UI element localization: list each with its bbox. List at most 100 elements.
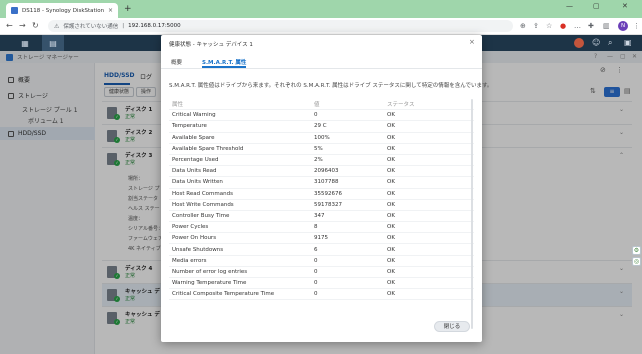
back-icon[interactable]: ← [6, 21, 13, 31]
security-warning: 保護されていない通信 [63, 24, 119, 30]
attribute-status: OK [387, 123, 395, 130]
reload-icon[interactable]: ↻ [32, 21, 39, 31]
table-row[interactable]: Data Units Written 3107788 OK [169, 177, 474, 189]
table-row[interactable]: Media errors 0 OK [169, 256, 474, 267]
health-info-dialog: 健康状態 - キャッシュ デバイス 1 × 概要 S.M.A.R.T. 属性 S… [161, 35, 492, 342]
tab-overview[interactable]: 概要 [171, 58, 182, 66]
table-row[interactable]: Number of error log entries 0 OK [169, 267, 474, 278]
minimize-button[interactable]: — [566, 2, 573, 10]
table-row[interactable]: Temperature 29 C OK [169, 121, 474, 133]
attribute-value: 59178327 [314, 201, 342, 208]
widget-toggle-icon[interactable]: ⚙ [632, 246, 641, 255]
attribute-status: OK [387, 112, 395, 119]
address-bar[interactable]: ⚠ 保護されていない通信 | 192.168.0.17:5000 [48, 20, 513, 32]
attribute-value: 0 [314, 268, 318, 275]
browser-menu-icon[interactable]: ⋮ [633, 22, 640, 30]
attribute-status: OK [387, 268, 395, 275]
smart-description: S.M.A.R.T. 属性値はドライブから来ます。それぞれの S.M.A.R.T… [169, 83, 493, 89]
table-row[interactable]: Host Read Commands 35592676 OK [169, 189, 474, 200]
attribute-value: 3107788 [314, 179, 339, 186]
attribute-name: Number of error log entries [172, 268, 248, 275]
extension-record-icon[interactable]: ● [560, 22, 566, 30]
attribute-name: Power On Hours [172, 235, 217, 242]
tab-divider [161, 68, 482, 69]
table-row[interactable]: Available Spare Threshold 5% OK [169, 144, 474, 155]
table-row[interactable]: Data Units Read 2096403 OK [169, 166, 474, 178]
attribute-status: OK [387, 246, 395, 253]
table-row[interactable]: Critical Composite Temperature Time 0 OK [169, 289, 474, 301]
table-row[interactable]: Host Write Commands 59178327 OK [169, 200, 474, 211]
attribute-name: Media errors [172, 257, 207, 264]
user-icon[interactable]: ☺ [592, 38, 600, 48]
notification-icon[interactable] [574, 38, 584, 48]
attribute-value: 29 C [314, 123, 327, 130]
widget-expand-icon[interactable]: ◎ [632, 257, 641, 266]
attribute-status: OK [387, 291, 395, 298]
attribute-value: 6 [314, 246, 318, 253]
attribute-status: OK [387, 201, 395, 208]
close-button[interactable]: 閉じる [434, 321, 470, 332]
storage-manager-taskbar-button[interactable]: ▤ [42, 35, 64, 51]
attribute-name: Host Write Commands [172, 201, 234, 208]
attribute-value: 2096403 [314, 168, 339, 175]
table-row[interactable]: Unsafe Shutdowns 6 OK [169, 244, 474, 256]
tab-title: DS118 - Synology DiskStation [22, 7, 104, 14]
table-row[interactable]: Critical Warning 0 OK [169, 110, 474, 122]
profile-avatar[interactable]: N [618, 21, 628, 31]
warning-icon: ⚠ [54, 22, 60, 30]
search-icon[interactable]: ⌕ [608, 38, 612, 48]
table-row[interactable]: Controller Busy Time 347 OK [169, 211, 474, 223]
attribute-status: OK [387, 134, 395, 141]
translate-icon[interactable]: ⊕ [520, 22, 526, 30]
attribute-value: 2% [314, 157, 323, 164]
browser-toolbar: ← → ↻ ⚠ 保護されていない通信 | 192.168.0.17:5000 ⊕… [0, 18, 642, 35]
widgets-icon[interactable]: ▣ [624, 38, 632, 48]
attribute-value: 0 [314, 257, 318, 264]
attribute-name: Power Cycles [172, 224, 209, 231]
tab-close-icon[interactable]: × [108, 7, 113, 14]
attribute-name: Warning Temperature Time [172, 280, 247, 287]
table-scrollbar[interactable] [471, 99, 473, 329]
attribute-status: OK [387, 280, 395, 287]
column-header-attribute[interactable]: 属性 [169, 100, 314, 108]
attribute-value: 9175 [314, 235, 328, 242]
attribute-name: Percentage Used [172, 157, 219, 164]
close-window-button[interactable]: ✕ [622, 2, 628, 10]
attribute-name: Controller Busy Time [172, 212, 230, 219]
attribute-value: 0 [314, 291, 318, 298]
attribute-value: 5% [314, 145, 323, 152]
attribute-name: Host Read Commands [172, 190, 233, 197]
table-row[interactable]: Warning Temperature Time 0 OK [169, 278, 474, 290]
lastpass-icon[interactable]: … [574, 22, 581, 30]
main-menu-grid-icon[interactable]: ▦ [14, 35, 36, 51]
attribute-status: OK [387, 145, 395, 152]
bookmark-star-icon[interactable]: ☆ [546, 22, 552, 30]
maximize-button[interactable]: ▢ [593, 2, 600, 10]
column-header-value[interactable]: 値 [314, 100, 387, 108]
column-header-status[interactable]: ステータス [387, 100, 474, 108]
close-icon[interactable]: × [469, 38, 475, 46]
tab-smart-attributes[interactable]: S.M.A.R.T. 属性 [202, 58, 246, 66]
attribute-status: OK [387, 157, 395, 164]
attribute-name: Available Spare [172, 134, 215, 141]
table-row[interactable]: Percentage Used 2% OK [169, 155, 474, 167]
attribute-value: 347 [314, 212, 325, 219]
table-row[interactable]: Power Cycles 8 OK [169, 222, 474, 234]
attribute-name: Data Units Written [172, 179, 223, 186]
attribute-status: OK [387, 168, 395, 175]
attribute-value: 100% [314, 134, 330, 141]
attribute-name: Critical Composite Temperature Time [172, 291, 275, 298]
browser-tab[interactable]: DS118 - Synology DiskStation × [6, 3, 118, 18]
attribute-status: OK [387, 224, 395, 231]
dsm-favicon-icon [11, 7, 18, 14]
forward-icon[interactable]: → [19, 21, 26, 31]
attribute-status: OK [387, 212, 395, 219]
table-row[interactable]: Power On Hours 9175 OK [169, 233, 474, 245]
new-tab-button[interactable]: + [124, 4, 132, 14]
side-panel-icon[interactable]: ▥ [603, 22, 610, 30]
extensions-puzzle-icon[interactable]: ✚ [588, 22, 594, 30]
share-icon[interactable]: ⇪ [533, 22, 539, 30]
table-row[interactable]: Available Spare 100% OK [169, 133, 474, 144]
attribute-value: 0 [314, 280, 318, 287]
attribute-value: 8 [314, 224, 318, 231]
